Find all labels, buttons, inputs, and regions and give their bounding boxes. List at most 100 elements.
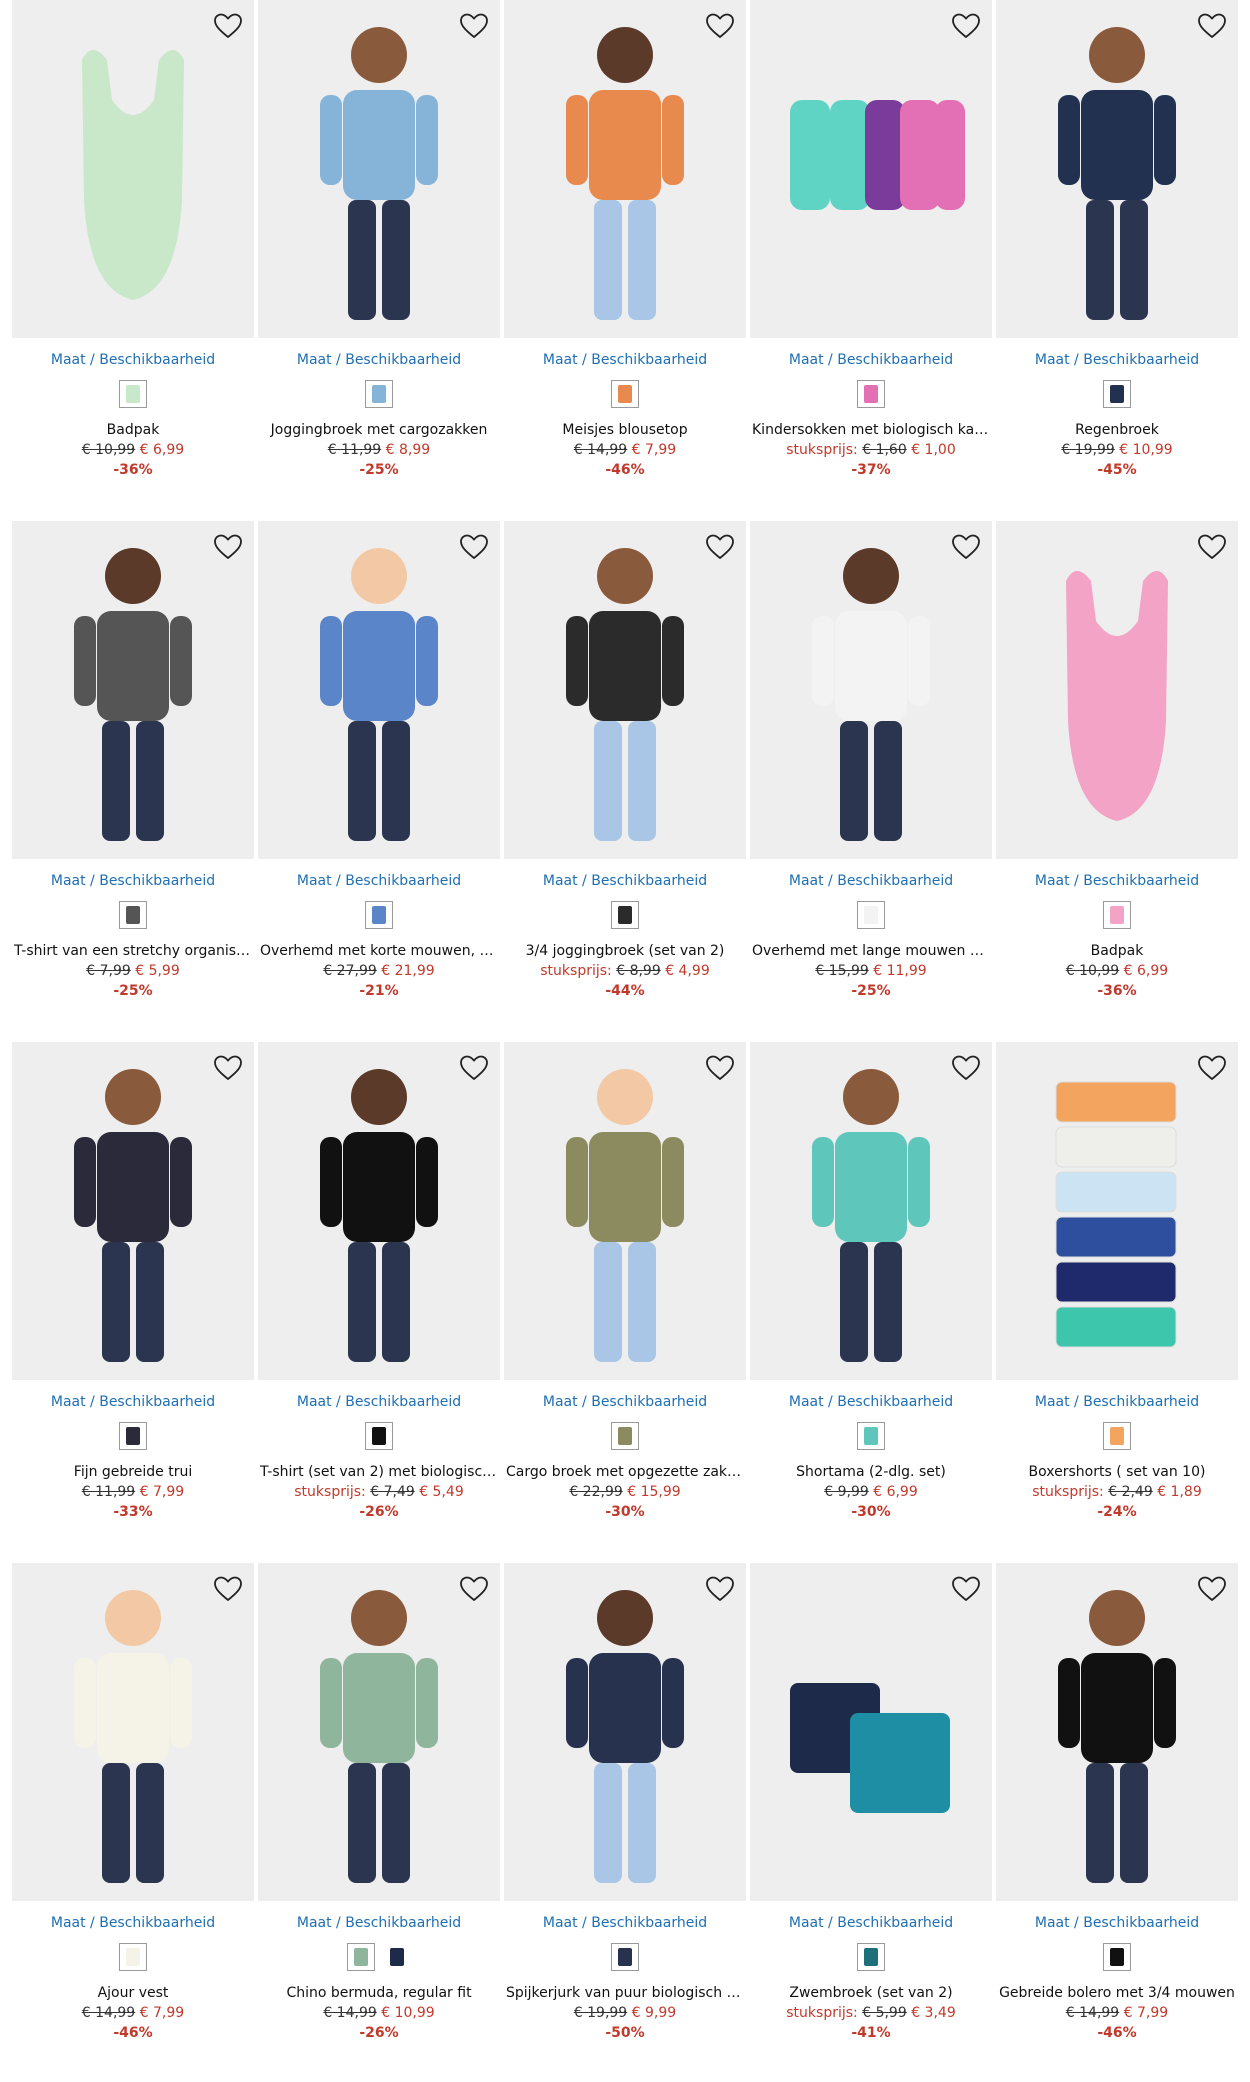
heart-outline-icon[interactable] [950,531,982,563]
product-photo[interactable] [504,0,746,338]
product-name[interactable]: Meisjes blousetop [504,420,746,440]
product-name[interactable]: Cargo broek met opgezette zakken [504,1462,746,1482]
size-availability-link[interactable]: Maat / Beschikbaarheid [996,350,1238,370]
size-availability-link[interactable]: Maat / Beschikbaarheid [996,871,1238,891]
product-card[interactable]: Maat / Beschikbaarheid Regenbroek € 19,9… [996,0,1238,480]
product-card[interactable]: Maat / Beschikbaarheid Kindersokken met … [750,0,992,480]
heart-outline-icon[interactable] [704,531,736,563]
product-photo[interactable] [12,521,254,859]
product-card[interactable]: Maat / Beschikbaarheid Gebreide bolero m… [996,1563,1238,2043]
product-card[interactable]: Maat / Beschikbaarheid T-shirt (set van … [258,1042,500,1522]
product-photo[interactable] [996,1563,1238,1901]
product-name[interactable]: Joggingbroek met cargozakken [258,420,500,440]
color-swatch[interactable] [857,901,885,929]
product-photo[interactable] [996,1042,1238,1380]
heart-outline-icon[interactable] [1196,10,1228,42]
color-swatch[interactable] [119,901,147,929]
product-photo[interactable] [258,521,500,859]
size-availability-link[interactable]: Maat / Beschikbaarheid [996,1392,1238,1412]
size-availability-link[interactable]: Maat / Beschikbaarheid [12,871,254,891]
product-name[interactable]: Regenbroek [996,420,1238,440]
product-name[interactable]: Badpak [996,941,1238,961]
color-swatch[interactable] [365,380,393,408]
color-swatch[interactable] [857,1422,885,1450]
color-swatch[interactable] [611,1422,639,1450]
product-name[interactable]: T-shirt (set van 2) met biologisch katoe… [258,1462,500,1482]
product-name[interactable]: Gebreide bolero met 3/4 mouwen [996,1983,1238,2003]
product-card[interactable]: Maat / Beschikbaarheid Meisjes blousetop… [504,0,746,480]
size-availability-link[interactable]: Maat / Beschikbaarheid [504,871,746,891]
product-name[interactable]: Overhemd met lange mouwen en stropdas [750,941,992,961]
size-availability-link[interactable]: Maat / Beschikbaarheid [258,1392,500,1412]
heart-outline-icon[interactable] [1196,531,1228,563]
product-photo[interactable] [750,0,992,338]
heart-outline-icon[interactable] [950,1573,982,1605]
size-availability-link[interactable]: Maat / Beschikbaarheid [750,1913,992,1933]
size-availability-link[interactable]: Maat / Beschikbaarheid [504,350,746,370]
size-availability-link[interactable]: Maat / Beschikbaarheid [504,1392,746,1412]
product-photo[interactable] [12,0,254,338]
product-name[interactable]: Kindersokken met biologisch katoen (set … [750,420,992,440]
product-card[interactable]: Maat / Beschikbaarheid Overhemd met kort… [258,521,500,1001]
color-swatch[interactable] [611,901,639,929]
product-photo[interactable] [12,1563,254,1901]
product-card[interactable]: Maat / Beschikbaarheid Chino bermuda, re… [258,1563,500,2043]
product-name[interactable]: Shortama (2-dlg. set) [750,1462,992,1482]
product-card[interactable]: Maat / Beschikbaarheid Badpak € 10,99 € … [12,0,254,480]
product-name[interactable]: Zwembroek (set van 2) [750,1983,992,2003]
product-name[interactable]: T-shirt van een stretchy organische kato… [12,941,254,961]
color-swatch[interactable] [611,1943,639,1971]
color-swatch[interactable] [1103,1943,1131,1971]
color-swatch[interactable] [365,1422,393,1450]
color-swatch[interactable] [119,1943,147,1971]
heart-outline-icon[interactable] [212,531,244,563]
product-photo[interactable] [258,1042,500,1380]
product-name[interactable]: Spijkerjurk van puur biologisch katoen [504,1983,746,2003]
product-photo[interactable] [12,1042,254,1380]
product-name[interactable]: Chino bermuda, regular fit [258,1983,500,2003]
product-name[interactable]: Badpak [12,420,254,440]
size-availability-link[interactable]: Maat / Beschikbaarheid [12,1392,254,1412]
product-card[interactable]: Maat / Beschikbaarheid 3/4 joggingbroek … [504,521,746,1001]
color-swatch[interactable] [1103,380,1131,408]
size-availability-link[interactable]: Maat / Beschikbaarheid [504,1913,746,1933]
size-availability-link[interactable]: Maat / Beschikbaarheid [750,350,992,370]
heart-outline-icon[interactable] [1196,1052,1228,1084]
color-swatch[interactable] [857,380,885,408]
color-swatch[interactable] [1103,1422,1131,1450]
size-availability-link[interactable]: Maat / Beschikbaarheid [12,1913,254,1933]
product-photo[interactable] [996,521,1238,859]
color-swatch[interactable] [365,901,393,929]
size-availability-link[interactable]: Maat / Beschikbaarheid [258,350,500,370]
size-availability-link[interactable]: Maat / Beschikbaarheid [750,871,992,891]
product-name[interactable]: Overhemd met korte mouwen, chino en vlin… [258,941,500,961]
color-swatch[interactable] [119,380,147,408]
product-card[interactable]: Maat / Beschikbaarheid Ajour vest € 14,9… [12,1563,254,2043]
product-card[interactable]: Maat / Beschikbaarheid Zwembroek (set va… [750,1563,992,2043]
heart-outline-icon[interactable] [212,1573,244,1605]
product-photo[interactable] [504,1042,746,1380]
heart-outline-icon[interactable] [458,531,490,563]
product-photo[interactable] [258,1563,500,1901]
product-photo[interactable] [750,521,992,859]
heart-outline-icon[interactable] [212,1052,244,1084]
heart-outline-icon[interactable] [950,1052,982,1084]
product-photo[interactable] [504,521,746,859]
size-availability-link[interactable]: Maat / Beschikbaarheid [258,1913,500,1933]
product-photo[interactable] [996,0,1238,338]
heart-outline-icon[interactable] [704,1052,736,1084]
color-swatch[interactable] [383,1943,411,1971]
heart-outline-icon[interactable] [458,1052,490,1084]
color-swatch[interactable] [857,1943,885,1971]
product-card[interactable]: Maat / Beschikbaarheid Overhemd met lang… [750,521,992,1001]
color-swatch[interactable] [119,1422,147,1450]
heart-outline-icon[interactable] [950,10,982,42]
heart-outline-icon[interactable] [704,10,736,42]
product-photo[interactable] [504,1563,746,1901]
product-card[interactable]: Maat / Beschikbaarheid Boxershorts ( set… [996,1042,1238,1522]
product-card[interactable]: Maat / Beschikbaarheid Spijkerjurk van p… [504,1563,746,2043]
heart-outline-icon[interactable] [458,10,490,42]
product-card[interactable]: Maat / Beschikbaarheid Badpak € 10,99 € … [996,521,1238,1001]
product-card[interactable]: Maat / Beschikbaarheid T-shirt van een s… [12,521,254,1001]
heart-outline-icon[interactable] [458,1573,490,1605]
